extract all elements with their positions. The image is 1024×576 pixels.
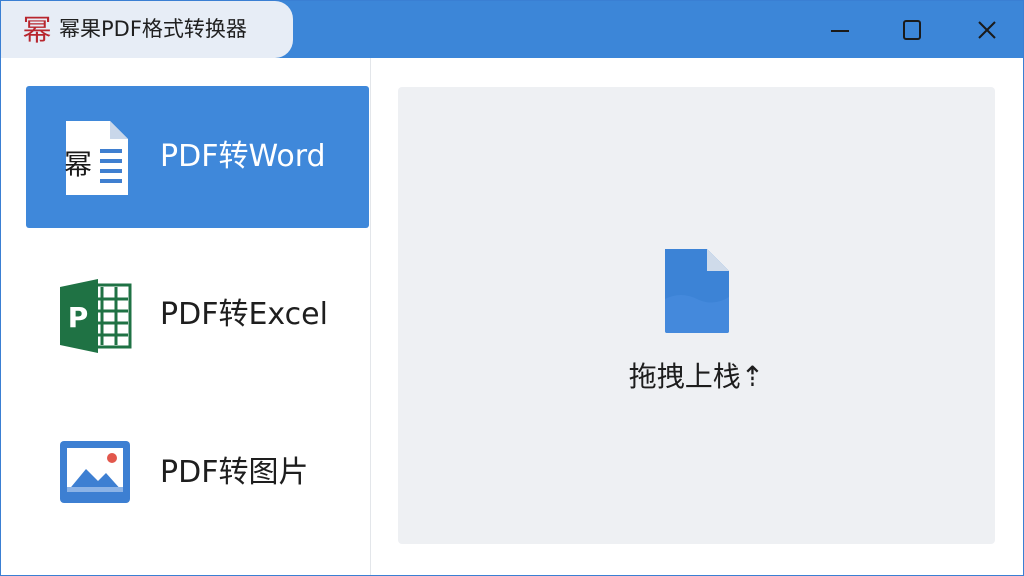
maximize-icon [903, 19, 921, 40]
app-window: 幂 幂果PDF格式转换器 幂 PDF转Word P PDF转Excel PDF转… [0, 0, 1024, 576]
close-button[interactable] [956, 1, 1018, 58]
file-drop-zone[interactable]: 拖拽上栈⇡ [398, 87, 995, 544]
minimize-button[interactable] [809, 1, 871, 58]
file-icon [665, 249, 729, 333]
sidebar-item-pdf-to-excel[interactable]: P PDF转Excel [26, 244, 369, 386]
excel-icon-glyph: P [68, 301, 89, 334]
sidebar-item-label: PDF转图片 [160, 455, 309, 490]
window-title: 幂果PDF格式转换器 [59, 17, 247, 41]
excel-icon: P [60, 279, 132, 353]
minimize-icon [831, 29, 849, 32]
word-document-icon: 幂 [64, 121, 128, 195]
word-icon-glyph: 幂 [64, 148, 92, 181]
maximize-button[interactable] [881, 1, 943, 58]
sidebar-item-label: PDF转Word [160, 139, 326, 174]
sidebar-item-pdf-to-image[interactable]: PDF转图片 [26, 402, 369, 544]
image-icon [60, 441, 130, 503]
sidebar-item-pdf-to-word[interactable]: 幂 PDF转Word [26, 86, 369, 228]
sidebar-item-label: PDF转Excel [160, 297, 328, 332]
drop-zone-label: 拖拽上栈⇡ [628, 360, 765, 393]
sidebar: 幂 PDF转Word P PDF转Excel PDF转图片 [1, 58, 371, 575]
app-logo-icon: 幂 [22, 13, 52, 47]
close-icon [978, 20, 996, 39]
main-panel: 拖拽上栈⇡ [371, 58, 1023, 575]
title-tab: 幂 幂果PDF格式转换器 [1, 1, 293, 58]
title-bar[interactable]: 幂 幂果PDF格式转换器 [1, 1, 1023, 58]
